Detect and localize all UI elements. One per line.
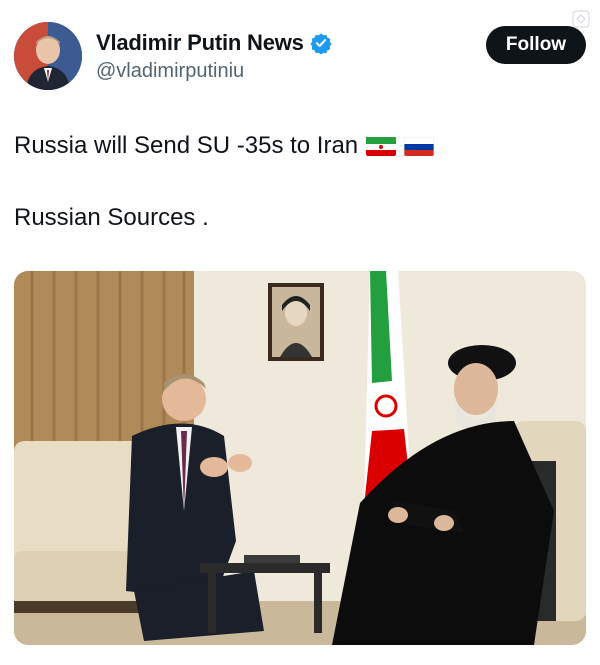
russia-flag-icon <box>404 136 435 156</box>
tweet-text-line1: Russia will Send SU -35s to Iran <box>14 132 435 160</box>
follow-button[interactable]: Follow <box>486 26 586 64</box>
iran-flag-icon <box>366 136 397 156</box>
avatar[interactable] <box>14 22 82 90</box>
tweet-photo[interactable] <box>14 271 586 645</box>
handle[interactable]: @vladimirputiniu <box>96 60 244 83</box>
tweet-text-line2: Russian Sources . <box>14 204 209 231</box>
display-name[interactable]: Vladimir Putin News <box>96 30 304 56</box>
tweet-text: Russia will Send SU -35s to Iran <box>14 132 359 159</box>
photo-leaders-meeting <box>14 271 586 645</box>
name-row: Vladimir Putin News <box>96 30 332 56</box>
tweet-header: Vladimir Putin News @vladimirputiniu Fol… <box>14 22 586 94</box>
corner-mark-icon <box>572 10 590 28</box>
verified-badge-icon <box>310 33 332 54</box>
